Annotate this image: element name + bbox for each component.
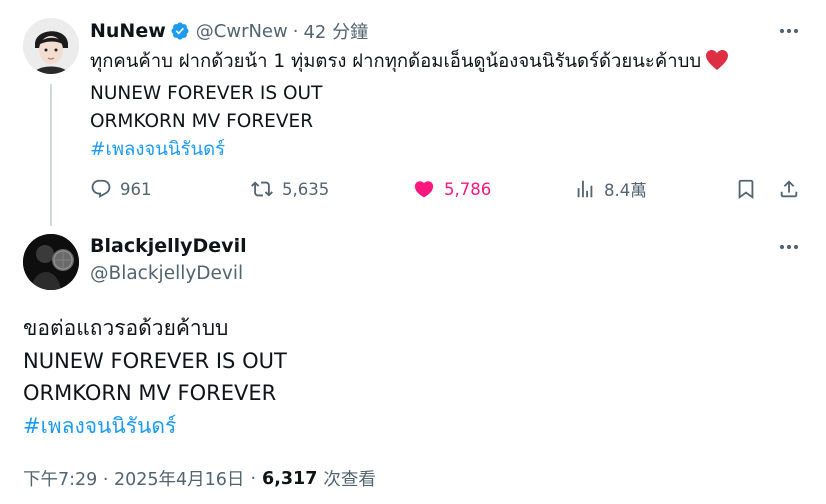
tweet2-timestamp[interactable]: 下午7:29 · 2025年4月16日 <box>23 466 244 491</box>
more-icon[interactable] <box>778 21 800 41</box>
views-count: 8.4萬 <box>604 181 647 200</box>
views-button[interactable]: 8.4萬 <box>574 174 647 204</box>
views-icon <box>577 180 593 198</box>
tweet1-text-line2: NUNEW FOREVER IS OUT <box>90 83 323 104</box>
share-icon <box>780 180 798 198</box>
retweet-button[interactable]: 5,635 <box>250 174 329 204</box>
blackjellydevil-avatar[interactable] <box>23 234 79 290</box>
tweet2-meta: 下午7:29 · 2025年4月16日 · 6,317 次查看 <box>23 466 376 491</box>
bookmark-icon <box>738 179 754 200</box>
tweet2-text-line3: ORMKORN MV FOREVER <box>23 381 277 405</box>
tweet1-separator: · <box>292 20 299 42</box>
tweet2-handle[interactable]: @BlackjellyDevil <box>90 263 243 284</box>
tweet2-meta-separator: · <box>250 468 257 489</box>
like-button[interactable]: 5,786 <box>412 174 491 204</box>
heart-emoji-icon <box>705 49 729 80</box>
tweet1-action-bar: 961 5,635 5,786 8.4萬 <box>90 174 806 204</box>
tweet1-text-line1: ทุกคนค้าบ ฝากด้วยน้า 1 ทุ่มตรง ฝากทุกด้อ… <box>90 51 702 72</box>
tweet1-display-name[interactable]: NuNew <box>90 20 166 42</box>
reply-icon <box>91 179 111 198</box>
verified-badge-icon <box>170 21 190 41</box>
reply-button[interactable]: 961 <box>90 174 152 204</box>
bookmark-button[interactable] <box>735 174 765 204</box>
reply-count: 961 <box>120 179 152 199</box>
tweet1-hashtag-link[interactable]: #เพลงจนนิรันดร์ <box>90 136 790 164</box>
tweet1-text-line3: ORMKORN MV FOREVER <box>90 111 314 132</box>
thread-connector-line <box>50 84 52 226</box>
tweet1-handle[interactable]: @CwrNew <box>196 21 288 42</box>
tweet2-text-line2: NUNEW FOREVER IS OUT <box>23 348 287 373</box>
tweet2-display-name[interactable]: BlackjellyDevil <box>90 235 247 257</box>
like-count: 5,786 <box>444 179 492 199</box>
share-button[interactable] <box>778 174 808 204</box>
nunew-avatar[interactable] <box>23 18 79 74</box>
like-icon <box>414 181 434 198</box>
tweet2-view-label: 次查看 <box>323 470 376 490</box>
retweet-icon <box>251 181 273 197</box>
tweet1-header: NuNew @CwrNew · 42 分鐘 <box>90 18 368 44</box>
retweet-count: 5,635 <box>282 179 330 199</box>
tweet1-time[interactable]: 42 分鐘 <box>303 18 368 44</box>
tweet1-text: ทุกคนค้าบ ฝากด้วยน้า 1 ทุ่มตรง ฝากทุกด้อ… <box>90 48 790 164</box>
tweet2-hashtag-link[interactable]: #เพลงจนนิรันดร์ <box>23 410 783 443</box>
more-icon[interactable] <box>778 237 800 257</box>
tweet2-text: ขอต่อแถวรอด้วยค้าบบ NUNEW FOREVER IS OUT… <box>23 312 783 442</box>
tweet2-view-count: 6,317 <box>262 468 318 489</box>
tweet2-text-line1: ขอต่อแถวรอด้วยค้าบบ <box>23 316 229 340</box>
